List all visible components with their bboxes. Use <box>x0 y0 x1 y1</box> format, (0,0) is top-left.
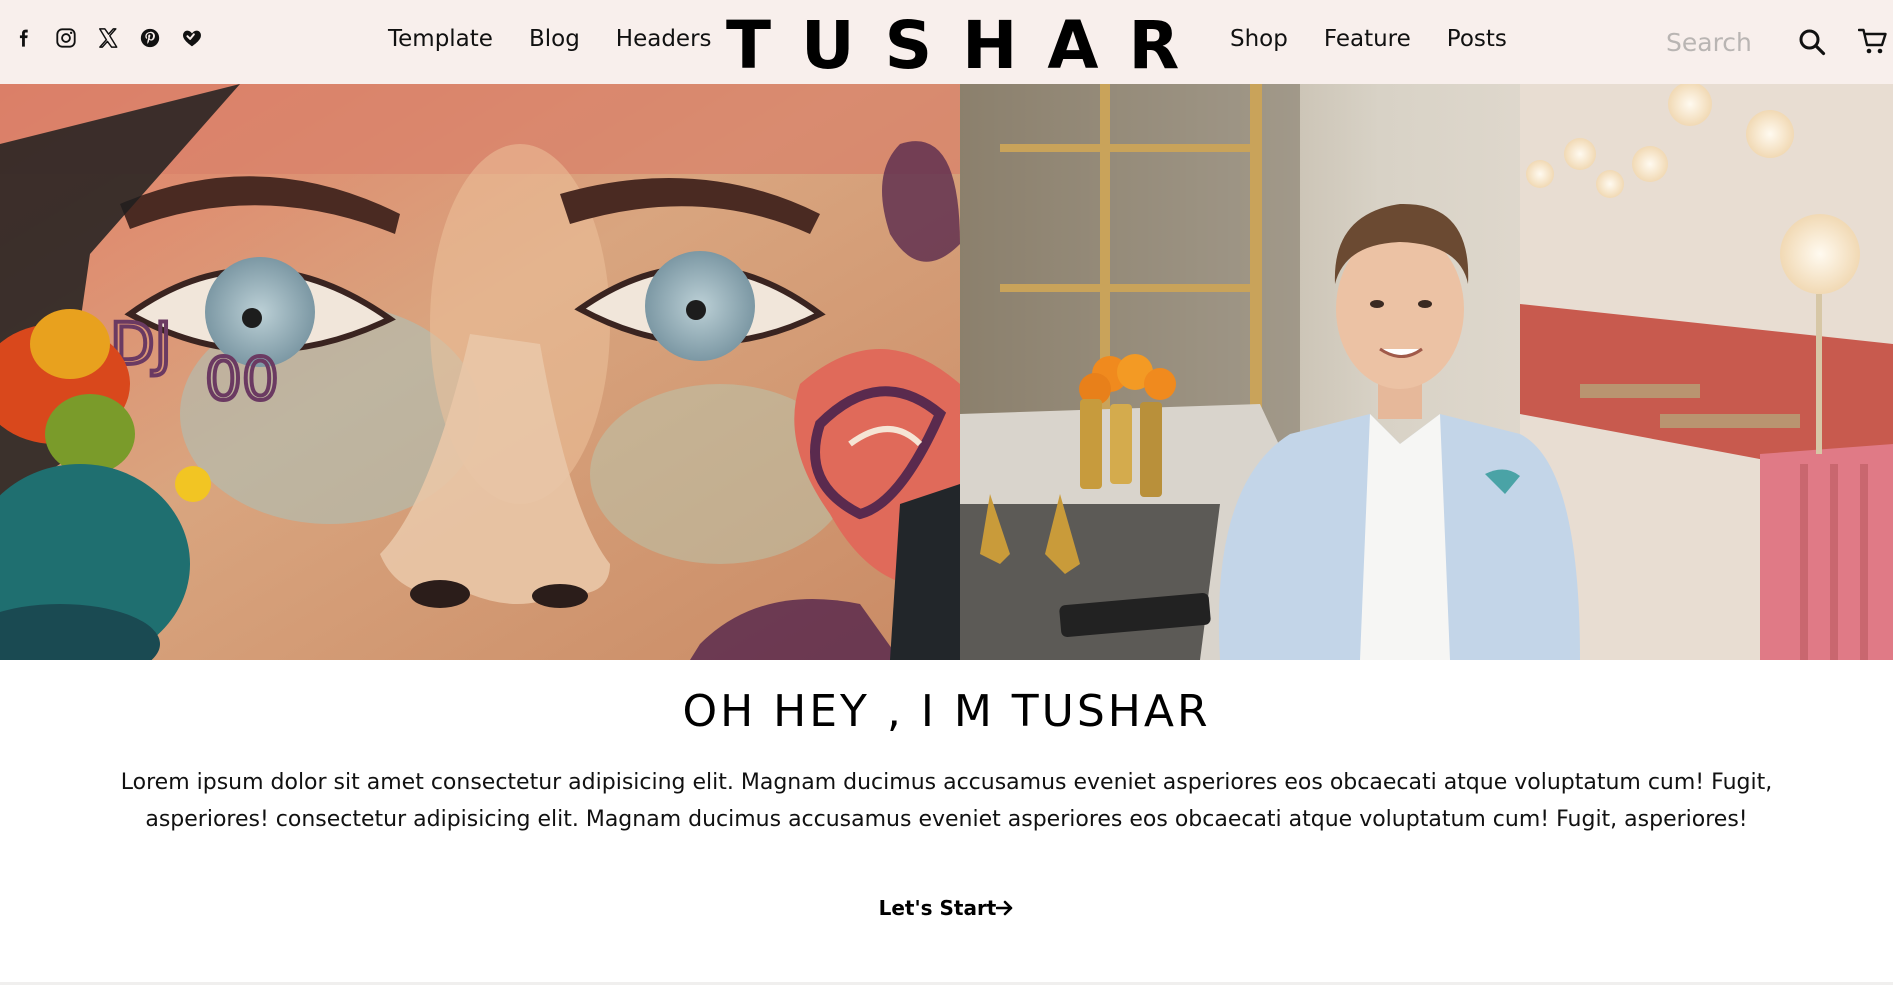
arrow-right-icon <box>996 896 1014 920</box>
pinterest-icon[interactable] <box>138 26 162 50</box>
svg-text:00: 00 <box>205 345 279 413</box>
graffiti-face-mural-image: DJ 00 <box>0 84 960 660</box>
nav-link-template[interactable]: Template <box>388 26 493 52</box>
nav-link-shop[interactable]: Shop <box>1230 26 1288 52</box>
instagram-icon[interactable] <box>54 26 78 50</box>
nav-link-blog[interactable]: Blog <box>529 26 580 52</box>
facebook-icon[interactable] <box>12 26 36 50</box>
search-input[interactable] <box>1650 22 1774 62</box>
nav-right: Shop Feature Posts <box>1230 26 1507 52</box>
nav-left: Template Blog Headers <box>388 26 712 52</box>
cta-wrapper: Let's Start <box>0 896 1893 920</box>
search-icon[interactable] <box>1798 28 1826 56</box>
nav-link-posts[interactable]: Posts <box>1447 26 1507 52</box>
site-header: Template Blog Headers TUSHAR Shop Featur… <box>0 0 1893 84</box>
hero-banner: DJ 00 <box>0 84 1893 660</box>
social-links <box>12 26 204 50</box>
man-in-restaurant-portrait-image <box>960 84 1893 660</box>
site-logo[interactable]: TUSHAR <box>726 6 1209 86</box>
nav-link-feature[interactable]: Feature <box>1324 26 1411 52</box>
lets-start-label: Let's Start <box>878 896 997 920</box>
heart-hands-icon[interactable] <box>180 26 204 50</box>
cart-icon[interactable] <box>1857 28 1888 56</box>
lets-start-button[interactable]: Let's Start <box>879 896 1015 920</box>
intro-paragraph: Lorem ipsum dolor sit amet consectetur a… <box>120 770 1773 832</box>
nav-link-headers[interactable]: Headers <box>616 26 712 52</box>
x-twitter-icon[interactable] <box>96 26 120 50</box>
intro-heading: OH HEY , I M TUSHAR <box>682 686 1211 737</box>
